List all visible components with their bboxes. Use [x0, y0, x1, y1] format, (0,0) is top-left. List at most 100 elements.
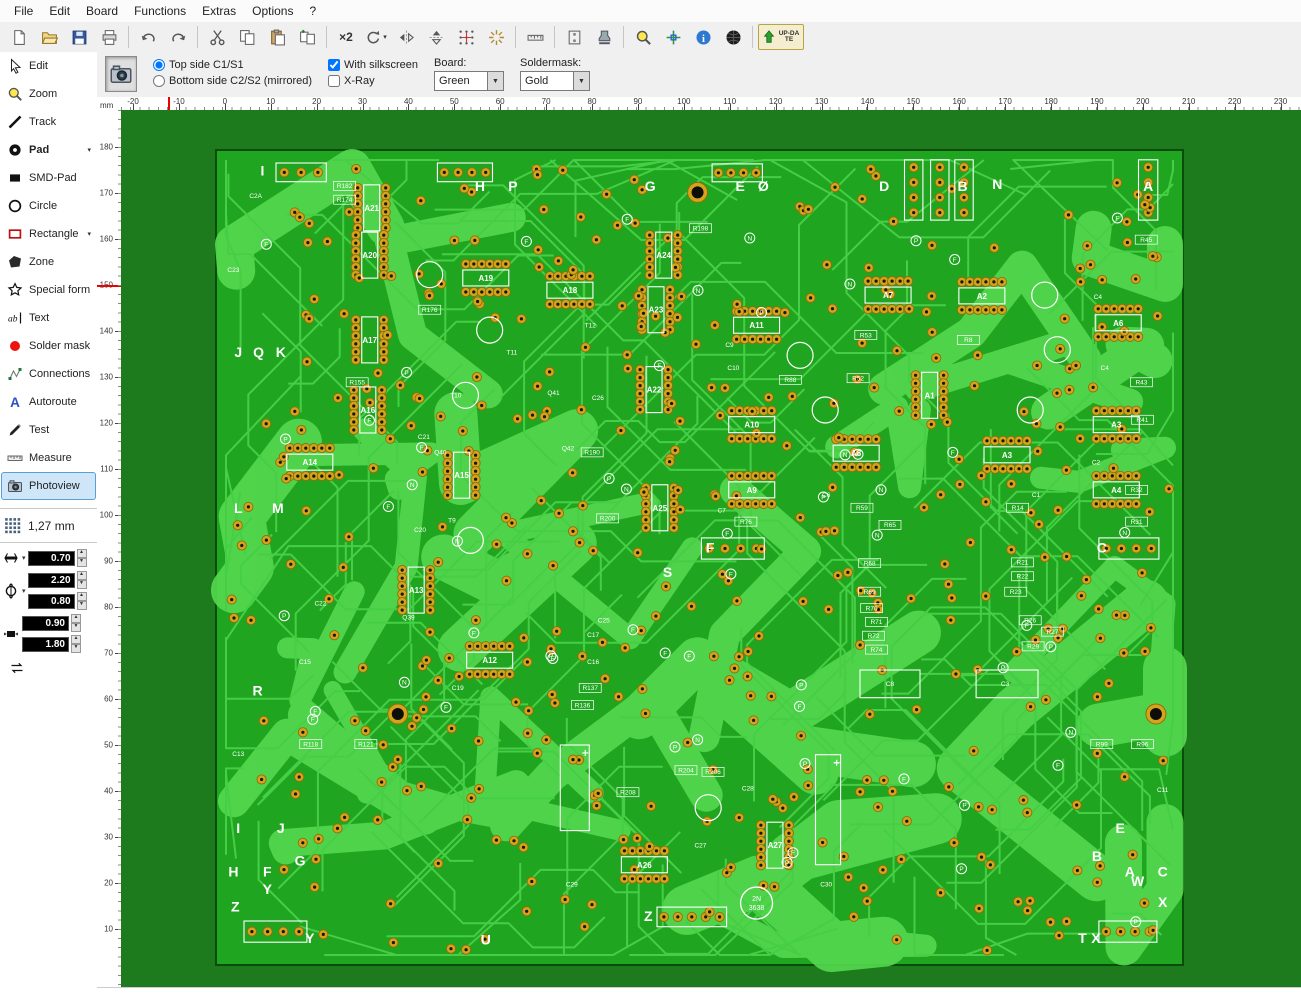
smd-height-value[interactable]: 1.80: [22, 637, 69, 652]
chevron-down-icon[interactable]: ▾: [22, 587, 26, 595]
update-button[interactable]: UP-DATE: [758, 24, 804, 50]
snap-grid-button[interactable]: [452, 24, 480, 50]
chevron-down-icon[interactable]: ▾: [87, 146, 91, 154]
svg-text:C2A: C2A: [249, 193, 262, 200]
overlay-checkbox-group: With silkscreen X-Ray: [328, 56, 418, 87]
cleanup-button[interactable]: [482, 24, 510, 50]
svg-text:C2: C2: [1092, 459, 1101, 466]
grid-setting[interactable]: 1,27 mm: [0, 508, 97, 543]
radio-top-side-input[interactable]: [153, 59, 165, 71]
redo-button[interactable]: [164, 24, 192, 50]
ruler-number: 30: [358, 97, 367, 106]
pad-diameter-spinner[interactable]: ▲▼: [77, 571, 87, 589]
sidebar-item-solder-mask[interactable]: Solder mask: [1, 332, 96, 360]
sidebar-item-photoview[interactable]: Photoview: [1, 472, 96, 500]
dropdown-arrow-icon[interactable]: ▼: [573, 72, 589, 90]
sidebar-item-zoom[interactable]: Zoom: [1, 80, 96, 108]
sidebar-item-smd-pad[interactable]: SMD-Pad: [1, 164, 96, 192]
save-button[interactable]: [65, 24, 93, 50]
ruler-number: 220: [1228, 97, 1241, 106]
duplicate-button[interactable]: [293, 24, 321, 50]
chevron-down-icon[interactable]: ▾: [22, 554, 26, 562]
sidebar-item-special-form[interactable]: Special form: [1, 276, 96, 304]
chevron-down-icon[interactable]: ▾: [87, 230, 91, 238]
pad-drill-value[interactable]: 0.80: [28, 594, 75, 609]
menu-options[interactable]: Options: [244, 2, 301, 20]
checkbox-with-silkscreen[interactable]: With silkscreen: [328, 59, 418, 71]
stamp-button[interactable]: [590, 24, 618, 50]
mirror-vertical-button[interactable]: [422, 24, 450, 50]
svg-text:A22: A22: [647, 386, 662, 395]
soldermask-color-select[interactable]: Gold ▼: [520, 71, 590, 91]
sidebar-item-edit[interactable]: Edit: [1, 52, 96, 80]
sidebar-item-zone[interactable]: Zone: [1, 248, 96, 276]
board-color-select[interactable]: Green ▼: [434, 71, 504, 91]
smd-width-spinner[interactable]: ▲▼: [71, 614, 81, 632]
smd-height-spinner[interactable]: ▲▼: [71, 635, 81, 653]
menu-help[interactable]: ?: [301, 2, 324, 20]
radio-bottom-side-input[interactable]: [153, 75, 165, 87]
pcb-canvas[interactable]: A21A20A19A18A24A23A17A16A22A15A14A25A13A…: [121, 110, 1301, 988]
svg-text:Q39: Q39: [402, 614, 415, 621]
radio-bottom-side[interactable]: Bottom side C2/S2 (mirrored): [153, 75, 312, 87]
pin-header-button[interactable]: [560, 24, 588, 50]
sidebar-item-connections[interactable]: Connections: [1, 360, 96, 388]
chevron-down-icon[interactable]: ▾: [383, 33, 387, 41]
svg-text:A20: A20: [362, 251, 377, 260]
photoview-camera-button[interactable]: [105, 56, 137, 92]
menu-file[interactable]: File: [6, 2, 41, 20]
cut-button[interactable]: [203, 24, 231, 50]
smd-width-value[interactable]: 0.90: [22, 616, 69, 631]
new-button[interactable]: [5, 24, 33, 50]
dropdown-arrow-icon[interactable]: ▼: [487, 72, 503, 90]
ruler-number: 210: [1182, 97, 1195, 106]
sidebar-item-circle[interactable]: Circle: [1, 192, 96, 220]
checkbox-xray-input[interactable]: [328, 75, 340, 87]
radio-top-side[interactable]: Top side C1/S1: [153, 59, 312, 71]
checkbox-silkscreen-input[interactable]: [328, 59, 340, 71]
mirror-horizontal-button[interactable]: [392, 24, 420, 50]
toolbar-separator: [128, 26, 129, 48]
sidebar-item-measure[interactable]: Measure: [1, 444, 96, 472]
svg-text:S: S: [663, 564, 672, 580]
scale-x2-button[interactable]: ×2: [332, 24, 360, 50]
svg-text:D: D: [879, 178, 889, 194]
sidebar-item-text[interactable]: abText: [1, 304, 96, 332]
sidebar-item-autoroute[interactable]: AAutoroute: [1, 388, 96, 416]
svg-text:C8: C8: [886, 681, 895, 688]
undo-button[interactable]: [134, 24, 162, 50]
svg-text:R8: R8: [964, 337, 973, 344]
pad-diameter-value[interactable]: 2.20: [28, 573, 75, 588]
svg-text:Ø: Ø: [758, 178, 769, 194]
svg-text:F: F: [313, 709, 317, 716]
info-button[interactable]: i: [689, 24, 717, 50]
checkbox-xray[interactable]: X-Ray: [328, 75, 418, 87]
rotate-button[interactable]: ▾: [362, 24, 390, 50]
measure-button[interactable]: [521, 24, 549, 50]
sidebar-item-pad[interactable]: Pad▾: [1, 136, 96, 164]
track-width-spinner[interactable]: ▲▼: [77, 549, 87, 567]
sidebar-item-track[interactable]: Track: [1, 108, 96, 136]
copy-button[interactable]: [233, 24, 261, 50]
menu-board[interactable]: Board: [78, 2, 126, 20]
pad-drill-spinner[interactable]: ▲▼: [77, 592, 87, 610]
track-width-value[interactable]: 0.70: [28, 551, 75, 566]
open-icon: [41, 29, 58, 46]
menu-edit[interactable]: Edit: [41, 2, 78, 20]
paste-button[interactable]: [263, 24, 291, 50]
zoom-button[interactable]: [629, 24, 657, 50]
svg-text:Y: Y: [263, 881, 273, 897]
sidebar-item-rectangle[interactable]: Rectangle▾: [1, 220, 96, 248]
soldermask-sphere-button[interactable]: [719, 24, 747, 50]
menu-extras[interactable]: Extras: [194, 2, 244, 20]
open-button[interactable]: [35, 24, 63, 50]
swap-arrows-icon[interactable]: [8, 659, 26, 676]
svg-text:A26: A26: [637, 861, 652, 870]
ruler-number: 60: [496, 97, 505, 106]
crosshair-snap-button[interactable]: [659, 24, 687, 50]
svg-text:A4: A4: [1111, 486, 1122, 495]
sidebar-item-test[interactable]: Test: [1, 416, 96, 444]
print-button[interactable]: [95, 24, 123, 50]
ruler-number: 120: [769, 97, 782, 106]
menu-functions[interactable]: Functions: [126, 2, 194, 20]
